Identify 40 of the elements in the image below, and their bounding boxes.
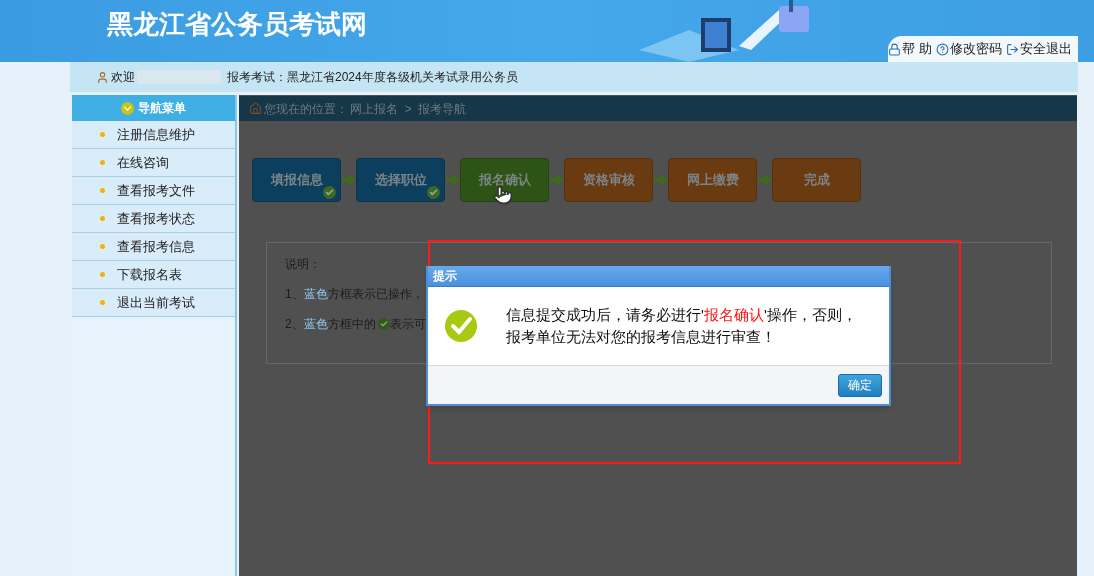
help-icon <box>936 42 949 56</box>
dialog-message: 信息提交成功后，请务必进行'报名确认'操作，否则，报考单位无法对您的报考信息进行审查！ <box>506 305 858 347</box>
sidebar-item[interactable]: 查看报考信息 <box>72 233 235 261</box>
sidebar-item[interactable]: 下载报名表 <box>72 261 235 289</box>
sidebar-item[interactable]: 查看报考状态 <box>72 205 235 233</box>
welcome-text: 欢迎 <box>111 69 135 86</box>
bullet-icon <box>100 272 105 277</box>
header-link[interactable]: 安全退出 <box>1006 39 1072 59</box>
exam-name: 报考考试：黑龙江省2024年度各级机关考试录用公务员 <box>227 69 518 86</box>
sidebar-item[interactable]: 在线咨询 <box>72 149 235 177</box>
bullet-icon <box>100 132 105 137</box>
bullet-icon <box>100 300 105 305</box>
breadcrumb-path: 网上报名 > 报考导航 <box>350 100 467 118</box>
header-link[interactable]: 修改密码 <box>936 39 1002 59</box>
sidebar-item[interactable]: 退出当前考试 <box>72 289 235 317</box>
breadcrumb-label: 您现在的位置： <box>264 100 348 118</box>
arrow-icon <box>653 174 668 186</box>
site-title: 黑龙江省公务员考试网 <box>107 8 367 40</box>
bullet-icon <box>100 188 105 193</box>
check-icon <box>377 318 390 330</box>
logout-icon <box>1006 42 1019 56</box>
lock-icon <box>888 42 902 56</box>
arrow-icon <box>757 174 772 186</box>
dialog-title: 提示 <box>433 268 457 285</box>
sidebar-title: 导航菜单 <box>138 100 186 117</box>
user-icon <box>96 70 109 84</box>
success-check-icon <box>444 309 478 343</box>
bullet-icon <box>100 244 105 249</box>
arrow-icon <box>341 174 356 186</box>
caret-icon <box>121 101 134 115</box>
arrow-icon <box>549 174 564 186</box>
confirm-button[interactable]: 确定 <box>838 373 882 397</box>
bullet-icon <box>100 216 105 221</box>
header-link[interactable]: 帮 助 <box>888 39 932 59</box>
bullet-icon <box>100 160 105 165</box>
hand-cursor-icon <box>493 185 513 205</box>
sidebar-item[interactable]: 查看报考文件 <box>72 177 235 205</box>
sidebar-item[interactable]: 注册信息维护 <box>72 121 235 149</box>
arrow-icon <box>445 174 460 186</box>
home-icon <box>249 102 262 115</box>
